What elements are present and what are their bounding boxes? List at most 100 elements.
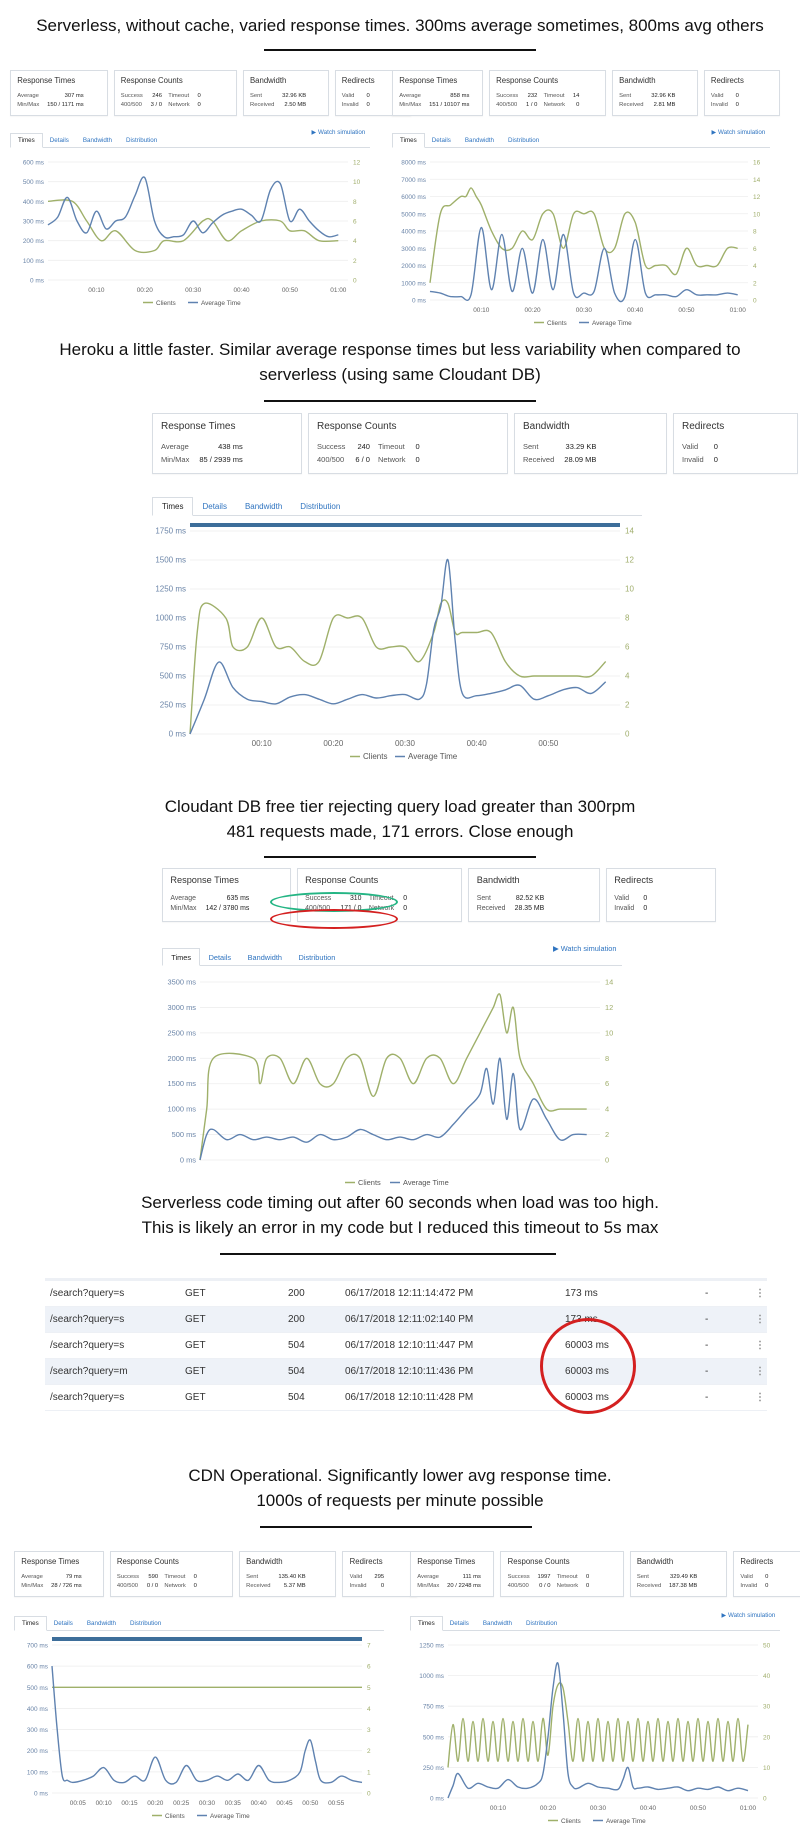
request-status: 200 (288, 1288, 305, 1299)
tab-bandwidth[interactable]: Bandwidth (80, 1617, 123, 1630)
sent-value: 32.96 KB (282, 93, 307, 100)
watch-simulation-link[interactable]: ▶ Watch simulation (712, 129, 766, 136)
y-right-tick-label: 14 (605, 978, 613, 987)
errors-value: 6 / 0 (355, 455, 370, 464)
x-tick-label: 00:50 (538, 739, 559, 748)
request-log-table: /search?query=s GET 200 06/17/2018 12:11:14… (45, 1278, 767, 1411)
success-label: Success (496, 93, 519, 100)
request-extra: - (705, 1392, 709, 1403)
x-tick-label: 00:50 (690, 1805, 707, 1812)
series-line-average-time (447, 1662, 749, 1799)
heading-3-rule (264, 856, 536, 858)
legend-clients-label: Clients (358, 1178, 381, 1187)
tab-distribution[interactable]: Distribution (501, 134, 546, 147)
y-left-tick-label: 0 ms (180, 1156, 196, 1165)
average-label: Average (417, 1574, 439, 1581)
tab-times[interactable]: Times (392, 133, 425, 149)
request-method: GET (185, 1392, 206, 1403)
watch-simulation-link[interactable]: ▶ Watch simulation (312, 129, 366, 136)
y-left-tick-label: 100 ms (23, 258, 44, 265)
tab-times[interactable]: Times (162, 948, 201, 967)
request-timestamp: 06/17/2018 12:10:11:447 PM (345, 1340, 474, 1351)
response-times-box: Response Times Average 307 ms Min/Max 150 / … (10, 70, 108, 117)
row-menu-icon[interactable]: ⋮ (753, 1366, 767, 1377)
y-left-tick-label: 0 ms (412, 298, 426, 305)
sent-label: Sent (636, 1574, 649, 1581)
valid-label: Valid (740, 1574, 753, 1581)
metric-boxes: Response Times Average 635 ms Min/Max 142 / … (162, 868, 722, 922)
received-label: Received (636, 1583, 662, 1590)
table-row[interactable]: /search?query=s GET 504 06/17/2018 12:10:11… (45, 1333, 767, 1359)
row-menu-icon[interactable]: ⋮ (753, 1288, 767, 1299)
request-path: /search?query=s (50, 1392, 125, 1403)
response-counts-box-title: Response Counts (507, 1557, 570, 1567)
tab-details[interactable]: Details (443, 1617, 476, 1630)
y-right-tick-label: 6 (353, 219, 357, 226)
tab-bandwidth[interactable]: Bandwidth (76, 134, 119, 147)
response-times-box: Response Times Average 79 ms Min/Max 28 / 72… (14, 1551, 104, 1598)
invalid-value: 0 (380, 1583, 385, 1590)
tab-times[interactable]: Times (410, 1616, 443, 1632)
y-left-tick-label: 1500 ms (167, 1079, 196, 1088)
row-menu-icon[interactable]: ⋮ (753, 1314, 767, 1325)
errors-label: 400/500 (507, 1583, 529, 1590)
average-value: 111 ms (462, 1574, 481, 1581)
bandwidth-box: Bandwidth Sent 32.96 KB Received 2.50 MB (242, 70, 329, 117)
x-tick-label: 00:40 (640, 1805, 657, 1812)
x-tick-label: 00:45 (276, 1800, 293, 1807)
tab-distribution[interactable]: Distribution (290, 949, 343, 965)
minmax-label: Min/Max (417, 1583, 440, 1590)
table-row[interactable]: /search?query=s GET 200 06/17/2018 12:11:02… (45, 1307, 767, 1333)
row-menu-icon[interactable]: ⋮ (753, 1392, 767, 1403)
legend-clients-label: Clients (156, 300, 176, 307)
watch-simulation-link[interactable]: ▶ Watch simulation (553, 944, 616, 953)
tab-bandwidth[interactable]: Bandwidth (476, 1617, 519, 1630)
tab-details[interactable]: Details (193, 498, 235, 515)
y-left-tick-label: 0 ms (169, 730, 186, 739)
y-left-tick-label: 2000 ms (401, 263, 426, 270)
tab-bandwidth[interactable]: Bandwidth (239, 949, 290, 965)
y-left-tick-label: 750 ms (423, 1704, 444, 1711)
network-label: Network (164, 1583, 186, 1590)
y-right-tick-label: 8 (605, 1054, 609, 1063)
valid-value: 0 (735, 93, 739, 100)
y-left-tick-label: 1000 ms (419, 1673, 444, 1680)
table-row[interactable]: /search?query=s GET 200 06/17/2018 12:11:14… (45, 1281, 767, 1307)
tab-details[interactable]: Details (425, 134, 458, 147)
x-tick-label: 00:50 (302, 1800, 319, 1807)
tab-distribution[interactable]: Distribution (291, 498, 349, 515)
minmax-label: Min/Max (21, 1583, 44, 1590)
tab-bandwidth[interactable]: Bandwidth (236, 498, 291, 515)
tab-bandwidth[interactable]: Bandwidth (458, 134, 501, 147)
table-row[interactable]: /search?query=m GET 504 06/17/2018 12:10:11… (45, 1359, 767, 1385)
tab-times[interactable]: Times (152, 497, 194, 516)
request-extra: - (705, 1314, 709, 1325)
tab-distribution[interactable]: Distribution (123, 1617, 168, 1630)
legend-clients-label: Clients (561, 1818, 581, 1825)
y-left-tick-label: 0 ms (430, 1796, 444, 1803)
tab-details[interactable]: Details (43, 134, 76, 147)
tab-times[interactable]: Times (10, 133, 43, 149)
timeout-label: Timeout (377, 442, 405, 451)
tab-details[interactable]: Details (47, 1617, 80, 1630)
request-path: /search?query=s (50, 1288, 125, 1299)
redirects-box: Redirects Valid 0 Invalid 0 (605, 868, 717, 922)
table-row[interactable]: /search?query=s GET 504 06/17/2018 12:10:11… (45, 1385, 767, 1411)
y-right-tick-label: 40 (763, 1673, 771, 1680)
y-left-tick-label: 250 ms (160, 701, 186, 710)
sent-value: 82.52 KB (515, 894, 545, 902)
tab-distribution[interactable]: Distribution (519, 1617, 564, 1630)
x-tick-label: 00:30 (576, 307, 593, 314)
x-tick-label: 00:20 (137, 287, 154, 294)
network-value: 0 (415, 455, 420, 464)
network-value: 0 (193, 1583, 197, 1590)
tab-distribution[interactable]: Distribution (119, 134, 164, 147)
y-left-tick-label: 7000 ms (401, 177, 426, 184)
row-menu-icon[interactable]: ⋮ (753, 1340, 767, 1351)
success-label: Success (317, 442, 346, 451)
bandwidth-box-title: Bandwidth (476, 875, 520, 886)
watch-simulation-link[interactable]: ▶ Watch simulation (722, 1612, 776, 1619)
tab-times[interactable]: Times (14, 1616, 47, 1632)
tab-details[interactable]: Details (200, 949, 239, 965)
request-method: GET (185, 1366, 206, 1377)
